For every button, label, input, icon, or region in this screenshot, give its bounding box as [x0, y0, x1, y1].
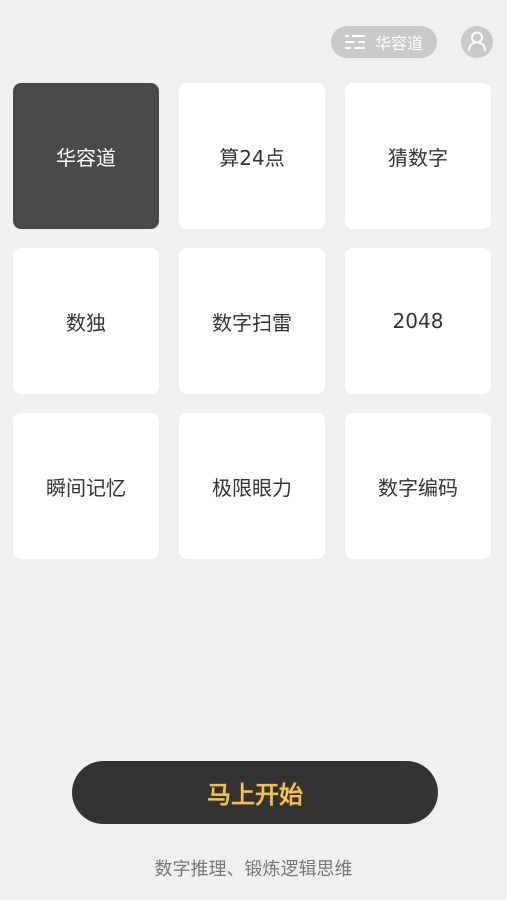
tagline: 数字推理、锻炼逻辑思维: [154, 859, 353, 880]
top-bar: 华容道: [331, 26, 493, 58]
current-mode-label: 华容道: [374, 34, 423, 53]
profile-button[interactable]: [461, 26, 493, 58]
game-grid: 华容道 算24点 猜数字 数独 数字扫雷 2048 瞬间记忆 极限眼力 数字编码: [13, 83, 491, 559]
user-icon: [466, 29, 488, 55]
game-tile-guess-number[interactable]: 猜数字: [345, 83, 491, 229]
game-tile-number-encoding[interactable]: 数字编码: [345, 413, 491, 559]
game-tile-instant-memory[interactable]: 瞬间记忆: [13, 413, 159, 559]
game-tile-klotski[interactable]: 华容道: [13, 83, 159, 229]
game-tile-extreme-vision[interactable]: 极限眼力: [179, 413, 325, 559]
game-tile-2048[interactable]: 2048: [345, 248, 491, 394]
game-tile-minesweeper[interactable]: 数字扫雷: [179, 248, 325, 394]
game-tile-24-points[interactable]: 算24点: [179, 83, 325, 229]
current-mode-button[interactable]: 华容道: [331, 26, 437, 58]
game-tile-sudoku[interactable]: 数独: [13, 248, 159, 394]
sliders-icon: [344, 33, 365, 51]
start-button[interactable]: 马上开始: [72, 761, 438, 824]
